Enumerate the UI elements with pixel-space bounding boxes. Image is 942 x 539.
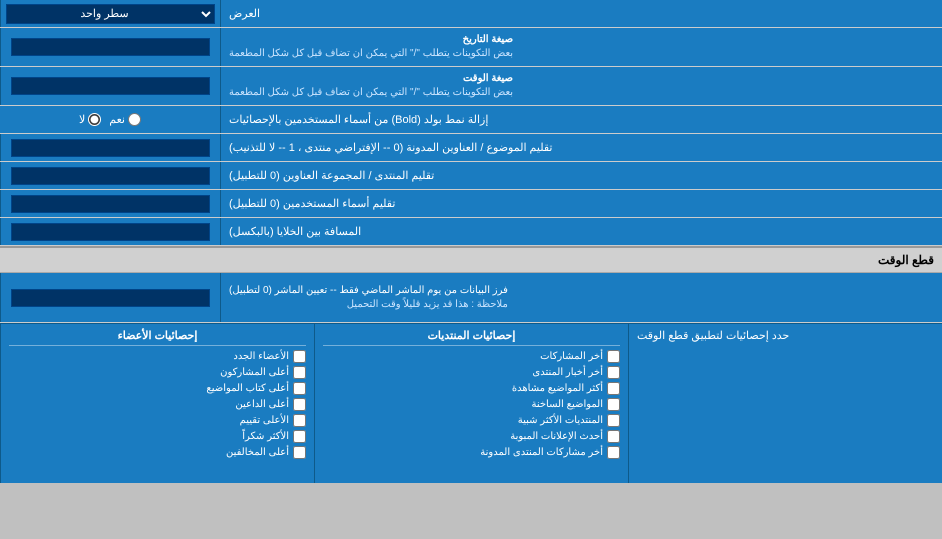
member-stat-2-check[interactable] — [293, 366, 306, 379]
username-trim-row: تقليم أسماء المستخدمين (0 للتطبيل) 0 — [0, 190, 942, 218]
member-stat-2: أعلى المشاركون — [9, 366, 306, 379]
forum-stat-1-check[interactable] — [607, 350, 620, 363]
bold-yes-label: نعم — [109, 113, 141, 126]
forum-stats-title: إحصائيات المنتديات — [323, 329, 620, 346]
member-stat-3-check[interactable] — [293, 382, 306, 395]
top-input-cell: سطر واحد — [0, 0, 220, 27]
forum-stats-col: إحصائيات المنتديات أخر المشاركات أخر أخب… — [314, 324, 628, 483]
entry-space-input-cell: 2 — [0, 218, 220, 245]
member-stat-7-check[interactable] — [293, 446, 306, 459]
member-stat-2-label: أعلى المشاركون — [220, 367, 289, 378]
fetch-input[interactable]: 0 — [11, 289, 210, 307]
forum-stat-7: أخر مشاركات المنتدى المدونة — [323, 446, 620, 459]
entry-space-input[interactable]: 2 — [11, 223, 210, 241]
fetch-input-cell: 0 — [0, 273, 220, 322]
fetch-row: فرز البيانات من يوم الماشر الماضي فقط --… — [0, 273, 942, 323]
member-stat-4-label: أعلى الداعين — [235, 399, 289, 410]
member-stat-4: أعلى الداعين — [9, 398, 306, 411]
topic-trim-input[interactable]: 33 — [11, 139, 210, 157]
forum-stat-6: أحدث الإعلانات المبوبة — [323, 430, 620, 443]
forum-stat-6-label: أحدث الإعلانات المبوبة — [510, 431, 603, 442]
cutoff-section-header: قطع الوقت — [0, 246, 942, 273]
member-stat-6: الأكثر شكراً — [9, 430, 306, 443]
bold-no-label: لا — [79, 113, 101, 126]
username-trim-input[interactable]: 0 — [11, 195, 210, 213]
date-format-input-cell: d-m — [0, 28, 220, 66]
top-label: العرض — [220, 0, 942, 27]
member-stat-1-check[interactable] — [293, 350, 306, 363]
forum-stat-3-label: أكثر المواضيع مشاهدة — [512, 383, 603, 394]
entry-space-label: المسافة بين الخلايا (بالبكسل) — [220, 218, 942, 245]
member-stat-7-label: أعلى المخالفين — [226, 447, 289, 458]
entry-space-row: المسافة بين الخلايا (بالبكسل) 2 — [0, 218, 942, 246]
forum-stat-4: المواضيع الساخنة — [323, 398, 620, 411]
forum-stat-3-check[interactable] — [607, 382, 620, 395]
forum-stat-6-check[interactable] — [607, 430, 620, 443]
forum-stat-4-label: المواضيع الساخنة — [531, 399, 603, 410]
bold-remove-row: إزالة نمط بولد (Bold) من أسماء المستخدمي… — [0, 106, 942, 134]
date-format-row: صيغة التاريخ بعض التكوينات يتطلب "/" الت… — [0, 28, 942, 67]
forum-trim-row: تقليم المنتدى / المجموعة العناوين (0 للت… — [0, 162, 942, 190]
username-trim-input-cell: 0 — [0, 190, 220, 217]
member-stat-7: أعلى المخالفين — [9, 446, 306, 459]
username-trim-label: تقليم أسماء المستخدمين (0 للتطبيل) — [220, 190, 942, 217]
member-stat-6-check[interactable] — [293, 430, 306, 443]
fetch-label: فرز البيانات من يوم الماشر الماضي فقط --… — [220, 273, 942, 322]
topic-trim-input-cell: 33 — [0, 134, 220, 161]
time-format-row: صيغة الوقت بعض التكوينات يتطلب "/" التي … — [0, 67, 942, 106]
forum-stat-2: أخر أخبار المنتدى — [323, 366, 620, 379]
time-format-label: صيغة الوقت بعض التكوينات يتطلب "/" التي … — [220, 67, 942, 105]
display-select[interactable]: سطر واحد — [6, 4, 215, 24]
member-stats-col: إحصائيات الأعضاء الأعضاء الجدد أعلى المش… — [0, 324, 314, 483]
forum-stat-5-label: المنتديات الأكثر شبية — [518, 415, 603, 426]
bold-remove-label: إزالة نمط بولد (Bold) من أسماء المستخدمي… — [220, 106, 942, 133]
forum-trim-input[interactable]: 33 — [11, 167, 210, 185]
forum-stat-7-check[interactable] — [607, 446, 620, 459]
member-stat-1: الأعضاء الجدد — [9, 350, 306, 363]
forum-stat-2-check[interactable] — [607, 366, 620, 379]
top-row: العرض سطر واحد — [0, 0, 942, 28]
date-format-label: صيغة التاريخ بعض التكوينات يتطلب "/" الت… — [220, 28, 942, 66]
forum-stat-4-check[interactable] — [607, 398, 620, 411]
topic-trim-label: تقليم الموضوع / العناوين المدونة (0 -- ا… — [220, 134, 942, 161]
forum-stat-5-check[interactable] — [607, 414, 620, 427]
member-stat-5: الأعلى تقييم — [9, 414, 306, 427]
forum-trim-label: تقليم المنتدى / المجموعة العناوين (0 للت… — [220, 162, 942, 189]
forum-stat-5: المنتديات الأكثر شبية — [323, 414, 620, 427]
forum-stat-7-label: أخر مشاركات المنتدى المدونة — [480, 447, 603, 458]
topic-trim-row: تقليم الموضوع / العناوين المدونة (0 -- ا… — [0, 134, 942, 162]
forum-stat-2-label: أخر أخبار المنتدى — [532, 367, 603, 378]
time-format-input[interactable]: H:i — [11, 77, 210, 95]
member-stat-4-check[interactable] — [293, 398, 306, 411]
bold-remove-radio-cell: نعم لا — [0, 106, 220, 133]
forum-stat-1: أخر المشاركات — [323, 350, 620, 363]
forum-trim-input-cell: 33 — [0, 162, 220, 189]
time-format-input-cell: H:i — [0, 67, 220, 105]
forum-stat-1-label: أخر المشاركات — [540, 351, 603, 362]
forum-stat-3: أكثر المواضيع مشاهدة — [323, 382, 620, 395]
member-stat-3: أعلى كتاب المواضيع — [9, 382, 306, 395]
member-stat-6-label: الأكثر شكراً — [242, 431, 289, 442]
member-stat-3-label: أعلى كتاب المواضيع — [206, 383, 289, 394]
member-stat-5-label: الأعلى تقييم — [240, 415, 289, 426]
stats-section: حدد إحصائيات لتطبيق قطع الوقت إحصائيات ا… — [0, 323, 942, 483]
bold-yes-radio[interactable] — [128, 113, 141, 126]
date-format-input[interactable]: d-m — [11, 38, 210, 56]
member-stats-title: إحصائيات الأعضاء — [9, 329, 306, 346]
stats-apply-label: حدد إحصائيات لتطبيق قطع الوقت — [628, 324, 942, 483]
bold-no-radio[interactable] — [88, 113, 101, 126]
member-stat-5-check[interactable] — [293, 414, 306, 427]
member-stat-1-label: الأعضاء الجدد — [233, 351, 289, 362]
